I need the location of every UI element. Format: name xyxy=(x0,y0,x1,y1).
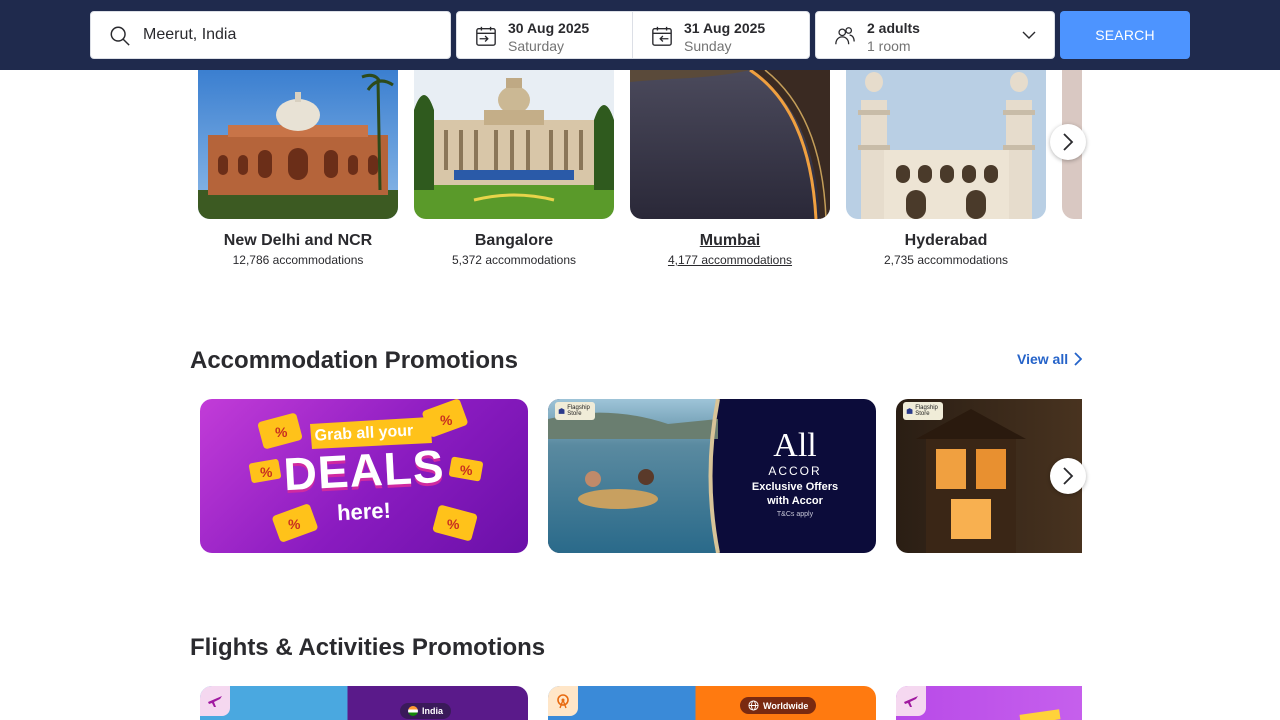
city-card-mumbai[interactable]: Mumbai 4,177 accommodations xyxy=(630,70,830,267)
flight-promo-card-india[interactable]: India xyxy=(200,686,528,720)
destination-field[interactable]: Meerut, India xyxy=(90,11,451,59)
city-card-new-delhi[interactable]: New Delhi and NCR 12,786 accommodations xyxy=(198,70,398,267)
flight-category-tag xyxy=(896,686,926,716)
city-name: Bangalore xyxy=(474,232,554,249)
chevron-right-icon xyxy=(1074,352,1083,366)
checkin-field[interactable]: 30 Aug 2025 Saturday xyxy=(456,11,633,59)
occupancy-field[interactable]: 2 adults 1 room xyxy=(815,11,1055,59)
airplane-icon xyxy=(208,696,222,707)
guests-icon xyxy=(835,27,855,45)
chevron-down-icon xyxy=(1022,31,1036,39)
city-image-mumbai xyxy=(630,70,830,219)
search-button[interactable]: SEARCH xyxy=(1060,11,1190,59)
ferris-wheel-icon xyxy=(557,694,569,709)
checkout-field[interactable]: 31 Aug 2025 Sunday xyxy=(632,11,810,59)
promos-next-button[interactable] xyxy=(1050,458,1086,494)
promo-card-deals[interactable]: %%%%%% Grab all your DEALS here! xyxy=(200,399,528,553)
store-icon xyxy=(906,408,913,414)
accommodation-promos-carousel: %%%%%% Grab all your DEALS here! Flagshi… xyxy=(200,399,1082,553)
city-image-new-delhi xyxy=(198,70,398,219)
accor-logo: All xyxy=(773,427,817,464)
cities-next-button[interactable] xyxy=(1050,124,1086,160)
city-name: New Delhi and NCR xyxy=(223,232,373,249)
view-all-link[interactable]: View all xyxy=(1017,351,1083,367)
city-image-bangalore xyxy=(414,70,614,219)
accor-brand: ACCOR xyxy=(768,464,822,478)
flagship-store-tag: Flagship Store xyxy=(555,402,595,420)
city-count: 4,177 accommodations xyxy=(667,253,793,267)
accor-offer-line2: with Accor xyxy=(767,495,823,507)
flash-sale-graphic xyxy=(1019,709,1061,720)
city-card-bangalore[interactable]: Bangalore 5,372 accommodations xyxy=(414,70,614,267)
city-count: 12,786 accommodations xyxy=(232,253,364,267)
search-icon xyxy=(110,26,130,46)
activity-category-tag xyxy=(548,686,578,716)
flight-promo-card-worldwide[interactable]: Worldwide xyxy=(548,686,876,720)
chevron-right-icon xyxy=(1063,133,1074,151)
popular-cities-carousel: New Delhi and NCR 12,786 accommodations … xyxy=(198,70,1082,280)
checkout-date: 31 Aug 2025 xyxy=(684,20,766,36)
city-name: Hyderabad xyxy=(904,232,988,249)
india-flag-icon xyxy=(408,706,418,716)
checkin-date: 30 Aug 2025 xyxy=(508,20,590,36)
globe-icon xyxy=(748,700,759,711)
region-badge: Worldwide xyxy=(740,697,817,714)
calendar-checkout-icon xyxy=(652,26,672,46)
view-all-label: View all xyxy=(1017,351,1069,367)
accommodation-promotions-heading: Accommodation Promotions xyxy=(190,347,519,374)
flagship-store-label: Flagship Store xyxy=(567,405,590,417)
accor-offer-line1: Exclusive Offers xyxy=(751,481,839,493)
region-badge-label: Worldwide xyxy=(763,700,809,711)
checkout-day: Sunday xyxy=(684,38,732,54)
rooms-value: 1 room xyxy=(867,38,911,54)
region-badge-label: India xyxy=(422,706,444,716)
flight-category-tag xyxy=(200,686,230,716)
city-count: 5,372 accommodations xyxy=(451,253,577,267)
search-header: Meerut, India 30 Aug 2025 Saturday 31 Au… xyxy=(0,0,1280,70)
flights-activities-heading: Flights & Activities Promotions xyxy=(190,634,546,661)
chevron-right-icon xyxy=(1063,467,1074,485)
city-image-hyderabad xyxy=(846,70,1046,219)
airplane-icon xyxy=(904,696,918,707)
guests-value: 2 adults xyxy=(867,20,920,36)
flight-promo-card-third[interactable] xyxy=(896,686,1082,720)
checkin-day: Saturday xyxy=(508,38,565,54)
flights-promos-carousel: India Worldwide xyxy=(200,686,1082,720)
city-card-hyderabad[interactable]: Hyderabad 2,735 accommodations xyxy=(846,70,1046,267)
accor-terms: T&Cs apply xyxy=(776,511,814,518)
store-icon xyxy=(558,408,565,414)
city-count: 2,735 accommodations xyxy=(883,253,1009,267)
calendar-checkin-icon xyxy=(476,26,496,46)
region-badge: India xyxy=(400,703,452,719)
destination-value: Meerut, India xyxy=(143,26,237,43)
flagship-store-tag: Flagship Store xyxy=(903,402,943,420)
promo-card-accor[interactable]: Flagship Store All ACCOR Exclusive Offer… xyxy=(548,399,876,553)
city-name: Mumbai xyxy=(699,232,761,249)
flagship-store-label: Flagship Store xyxy=(915,405,938,417)
